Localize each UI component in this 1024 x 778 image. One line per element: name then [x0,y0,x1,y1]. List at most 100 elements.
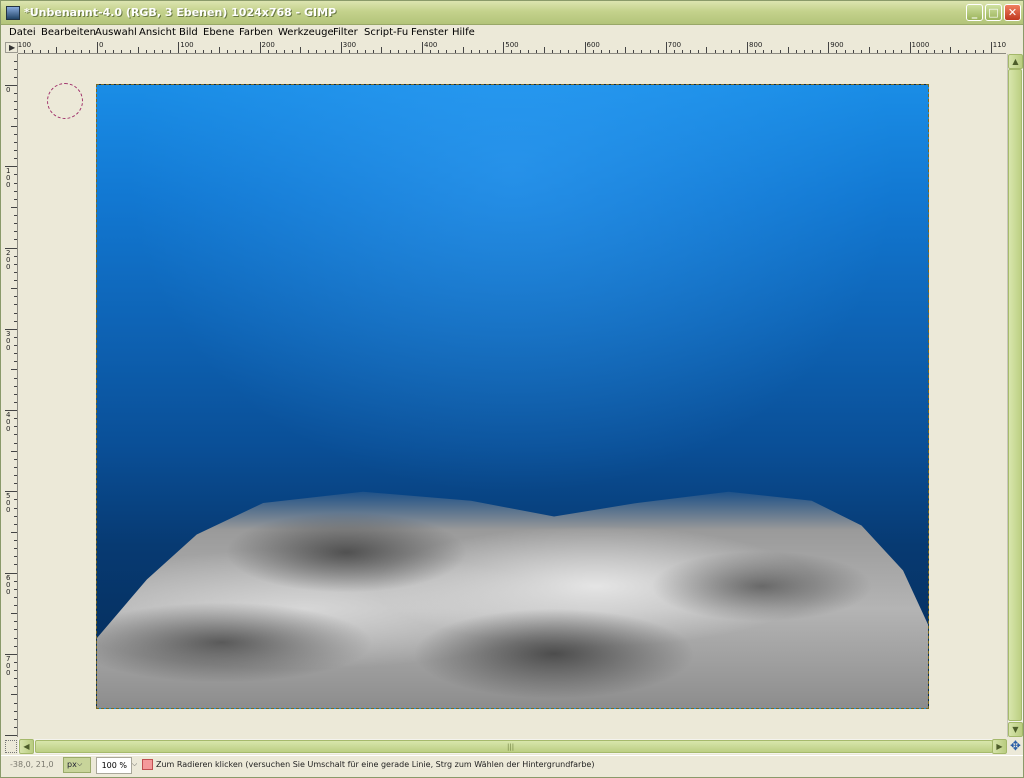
ruler-tick [186,50,188,53]
close-button[interactable]: ✕ [1004,4,1021,21]
menu-hilfe[interactable]: Hilfe [452,27,475,38]
ruler-tick [527,50,529,53]
image-menu-button[interactable]: ▶ [5,42,18,53]
ruler-tick [14,117,17,119]
ruler-tick [14,231,17,233]
ruler-tick [852,50,854,53]
ruler-tick [462,47,464,53]
ruler-tick [14,726,17,728]
ruler-tick [11,531,17,533]
ruler-tick [145,50,147,53]
image-canvas[interactable] [96,84,929,709]
ruler-tick [14,637,17,639]
ruler-tick [14,361,17,363]
ruler-tick [478,50,480,53]
menu-bild[interactable]: Bild [179,27,198,38]
ruler-tick [14,255,17,257]
ruler-tick [14,556,17,558]
ruler-tick [779,50,781,53]
ruler-label: 1000 [911,42,930,49]
zoom-input[interactable]: 100 % [96,757,132,774]
ruler-tick [202,50,204,53]
ruler-label: 400 [6,411,11,433]
ruler-tick [153,50,155,53]
ruler-tick [14,141,17,143]
ruler-tick [14,174,17,176]
ruler-label: 100 [180,42,194,49]
ruler-tick [218,47,220,53]
ruler-tick [430,50,432,53]
chevron-down-icon[interactable]: ⌵ [77,757,82,771]
menu-werkzeuge[interactable]: Werkzeuge [278,27,334,38]
vertical-scroll-thumb[interactable] [1008,69,1022,721]
ruler-tick [14,499,17,501]
ruler-tick [340,42,342,53]
ruler-tick [14,320,17,322]
ruler-tick [14,434,17,436]
ruler-tick [14,68,17,70]
ruler-tick [828,42,830,53]
ruler-tick [625,47,627,53]
ruler-tick [137,47,139,53]
ruler-label: 0 [6,86,11,94]
status-message: Zum Radieren klicken (versuchen Sie Umsc… [156,760,595,769]
ruler-tick [14,645,17,647]
ruler-tick [14,223,17,225]
ruler-tick [48,50,50,53]
ruler-tick [787,47,789,53]
ruler-tick [162,50,163,53]
ruler-tick [990,42,992,53]
ruler-tick [14,580,17,582]
menu-datei[interactable]: Datei [9,27,36,38]
minimize-button[interactable]: _ [966,4,983,21]
ruler-tick [413,50,415,53]
menu-fenster[interactable]: Fenster [411,27,448,38]
ruler-tick [592,50,594,53]
title-bar[interactable]: *Unbenannt-4.0 (RGB, 3 Ebenen) 1024x768 … [1,1,1023,25]
ruler-tick [698,50,700,53]
ruler-tick [14,296,17,298]
navigate-icon[interactable]: ✥ [1008,739,1023,754]
ruler-tick [348,50,350,53]
ruler-tick [14,150,17,151]
ruler-tick [332,50,334,53]
scroll-left-arrow-icon[interactable]: ◀ [19,739,34,754]
ruler-tick [682,50,683,53]
menu-arrow-icon: ▶ [9,43,16,52]
gimp-image-icon[interactable] [6,6,20,20]
ruler-tick [14,540,17,541]
scroll-down-arrow-icon[interactable]: ▼ [1008,722,1023,737]
menu-auswahl[interactable]: Auswahl [95,27,137,38]
ruler-tick [519,50,521,53]
menu-ansicht[interactable]: Ansicht [139,27,176,38]
zoom-fit-button[interactable] [1007,42,1023,54]
menu-script-fu[interactable]: Script-Fu [364,27,408,38]
eraser-tool-icon [142,759,153,770]
quick-mask-toggle[interactable] [5,740,17,753]
menu-filter[interactable]: Filter [333,27,358,38]
scroll-grip-icon: ||| [507,743,515,751]
ruler-tick [665,42,667,53]
ruler-tick [14,670,17,671]
ruler-tick [747,42,748,53]
ruler-tick [14,280,17,281]
scroll-up-arrow-icon[interactable]: ▲ [1008,54,1023,69]
water-gradient [97,85,928,522]
maximize-button[interactable]: □ [985,4,1002,21]
horizontal-ruler[interactable]: 100010020030040050060070080090010001100 [18,42,1006,54]
ruler-tick [738,50,740,53]
vertical-ruler[interactable]: 0 100 200 300 400 500 600 700 [5,54,18,737]
ruler-tick [958,50,960,53]
ruler-tick [14,564,17,566]
scroll-right-arrow-icon[interactable]: ▶ [992,739,1007,754]
ruler-tick [608,50,610,53]
menu-ebene[interactable]: Ebene [203,27,234,38]
menu-bearbeiten[interactable]: Bearbeiten [41,27,96,38]
ruler-label: 200 [261,42,275,49]
ruler-tick [503,42,505,53]
ruler-tick [925,50,927,53]
ruler-tick [357,50,358,53]
menu-farben[interactable]: Farben [239,27,273,38]
zoom-dropdown-icon[interactable]: ⌵ [130,757,139,774]
ruler-tick [14,336,17,338]
